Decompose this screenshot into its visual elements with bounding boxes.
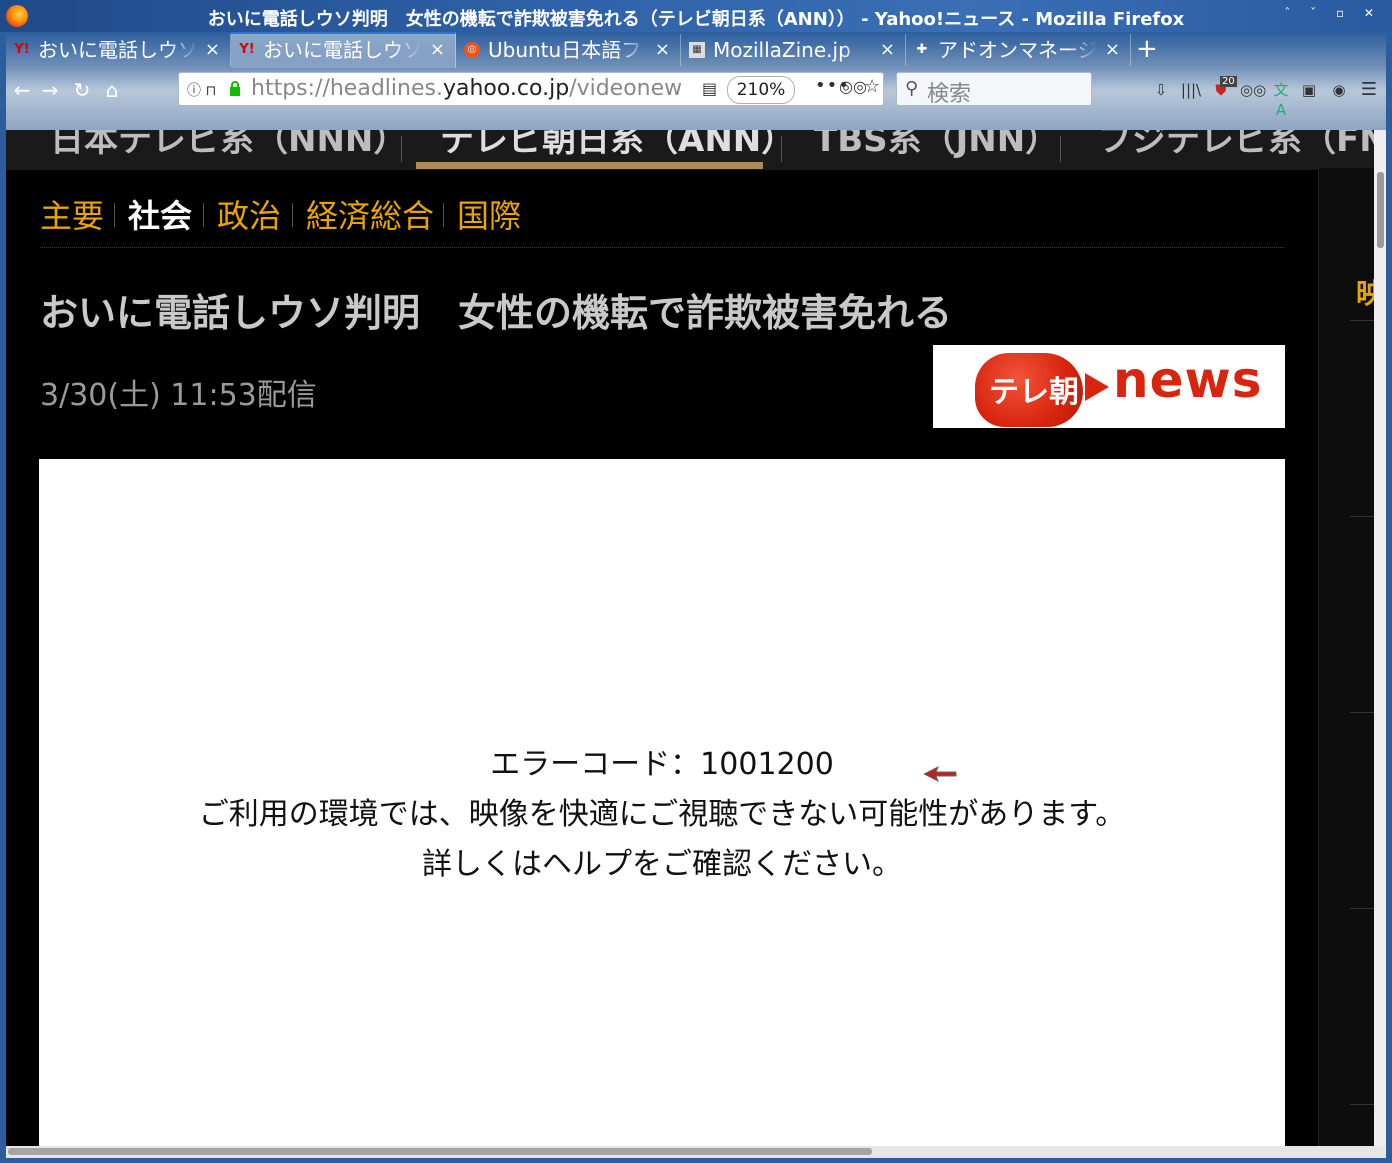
- tab-close-icon[interactable]: ×: [655, 34, 670, 66]
- category-rule: [40, 247, 1285, 248]
- tab-yahoo-1[interactable]: Y! おいに電話しウソ判明 ×: [6, 34, 231, 66]
- translate-icon[interactable]: 文A: [1270, 80, 1292, 119]
- url-text[interactable]: https://headlines.yahoo.co.jp/videonews/…: [251, 76, 681, 101]
- tab-yahoo-2[interactable]: Y! おいに電話しウソ判明 ×: [231, 32, 456, 68]
- forward-button[interactable]: →: [36, 76, 64, 104]
- firefox-logo-icon[interactable]: [6, 5, 28, 27]
- player-error-code: エラーコード：1001200: [490, 747, 834, 782]
- tab-label: アドオンマネージャー: [938, 38, 1098, 62]
- yahoo-favicon-icon: Y!: [239, 42, 255, 57]
- player-error-message: ご利用の環境では、映像を快適にご視聴できない可能性があります。: [198, 797, 1126, 832]
- ublock-count-badge: 20: [1220, 76, 1237, 87]
- active-tab-underline: [416, 162, 763, 169]
- site-info-icon[interactable]: ⓘ ⊓: [187, 80, 216, 100]
- search-bar[interactable]: ⚲ 検索: [896, 72, 1092, 107]
- tab-close-icon[interactable]: ×: [430, 34, 445, 66]
- url-prefix: https://headlines.: [251, 76, 443, 101]
- yahoo-favicon-icon: Y!: [14, 42, 30, 57]
- category-link-main[interactable]: 主要: [40, 196, 104, 236]
- window-controls[interactable]: ˆ ˇ ▫ ✕: [1284, 6, 1382, 20]
- search-icon: ⚲: [905, 78, 919, 99]
- logo-japanese-text: テレ朝: [989, 375, 1079, 410]
- tab-strip: Y! おいに電話しウソ判明 × Y! おいに電話しウソ判明 × ◎ Ubuntu…: [6, 32, 1386, 68]
- category-divider: [203, 203, 204, 227]
- ubuntu-icon: ◎: [464, 42, 480, 58]
- logo-play-arrow-icon: [1085, 373, 1109, 401]
- library-icon[interactable]: |||\: [1180, 80, 1202, 100]
- menu-hamburger-icon[interactable]: ☰: [1358, 80, 1380, 100]
- tab-label: Ubuntu日本語フォーラム: [488, 38, 648, 62]
- tab-mozillazine[interactable]: ▦ MozillaZine.jp ×: [681, 34, 906, 66]
- window-frame-right: [1386, 32, 1392, 1163]
- new-tab-button[interactable]: +: [1136, 34, 1158, 64]
- sidebar-divider: [1350, 712, 1374, 713]
- tab-label: MozillaZine.jp: [713, 38, 851, 62]
- sidebar-divider: [1350, 516, 1374, 517]
- tab-addons[interactable]: ✚ アドオンマネージャー ×: [906, 34, 1131, 66]
- zoom-indicator[interactable]: 210%: [727, 76, 795, 104]
- reader-view-icon[interactable]: ▤: [702, 79, 717, 98]
- article-headline: おいに電話しウソ判明 女性の機転で詐欺被害免れる: [40, 291, 953, 335]
- sidebar-divider: [1350, 908, 1374, 909]
- nav-divider: [401, 136, 402, 162]
- search-placeholder: 検索: [927, 82, 972, 107]
- screenshot-icon[interactable]: ▣: [1298, 80, 1320, 100]
- back-button[interactable]: ←: [8, 76, 36, 104]
- url-path: /videonews/ann?a=20190330-00000017-ann-s…: [569, 76, 681, 101]
- extension-mouse-icon[interactable]: ◉: [1328, 80, 1350, 100]
- download-icon[interactable]: ⇩: [1150, 80, 1172, 100]
- nav-divider: [781, 136, 782, 162]
- category-divider: [292, 203, 293, 227]
- category-divider: [443, 203, 444, 227]
- sidebar-divider: [1350, 1104, 1374, 1105]
- logo-news-text: news: [1113, 351, 1263, 409]
- category-link-world[interactable]: 国際: [457, 196, 521, 236]
- home-button[interactable]: ⌂: [98, 76, 126, 104]
- broadcaster-tab-fnn[interactable]: フジテレビ系（FNN）: [1098, 130, 1386, 164]
- vertical-scrollbar-thumb[interactable]: [1377, 172, 1384, 248]
- video-player[interactable]: エラーコード：1001200 ご利用の環境では、映像を快適にご視聴できない可能性…: [39, 459, 1285, 1146]
- url-domain: yahoo.co.jp: [442, 76, 570, 101]
- tab-label: おいに電話しウソ判明: [263, 38, 423, 62]
- bookmark-star-icon[interactable]: ☆: [864, 76, 880, 97]
- puzzle-icon: ✚: [916, 42, 928, 57]
- tab-close-icon[interactable]: ×: [880, 34, 895, 66]
- right-sidebar: [1318, 168, 1374, 1146]
- window-title: おいに電話しウソ判明 女性の機転で詐欺被害免れる（テレビ朝日系（ANN）） - …: [207, 9, 1185, 30]
- window-titlebar[interactable]: おいに電話しウソ判明 女性の機転で詐欺被害免れる（テレビ朝日系（ANN）） - …: [0, 0, 1392, 32]
- tab-close-icon[interactable]: ×: [205, 34, 220, 66]
- tab-close-icon[interactable]: ×: [1105, 34, 1120, 66]
- reload-button[interactable]: ↻: [68, 76, 96, 104]
- mouse-cursor-icon: [924, 766, 957, 782]
- extension-mask-icon[interactable]: ◎◎: [1240, 80, 1266, 100]
- category-link-society[interactable]: 社会: [128, 196, 192, 236]
- horizontal-scrollbar-thumb[interactable]: [8, 1148, 872, 1155]
- broadcaster-tab-ann[interactable]: テレビ朝日系（ANN）: [440, 130, 795, 164]
- category-divider: [114, 203, 115, 227]
- tab-label: おいに電話しウソ判明: [38, 38, 198, 62]
- sidebar-divider: [1350, 320, 1374, 321]
- lock-icon: [230, 81, 240, 96]
- broadcaster-tab-jnn[interactable]: TBS系（JNN）: [814, 130, 1059, 164]
- broadcaster-tab-nnn[interactable]: 日本テレビ系（NNN）: [50, 130, 407, 164]
- tv-asahi-news-logo[interactable]: テレ朝 news: [933, 345, 1285, 428]
- url-bar[interactable]: ⓘ ⊓ https://headlines.yahoo.co.jp/videon…: [178, 72, 884, 106]
- vertical-scrollbar[interactable]: [1374, 130, 1386, 1146]
- private-mask-icon[interactable]: ◎◎: [839, 77, 867, 96]
- nav-divider: [1060, 136, 1061, 162]
- category-link-politics[interactable]: 政治: [217, 196, 281, 236]
- player-help-message: 詳しくはヘルプをご確認ください。: [422, 847, 902, 882]
- category-link-economy[interactable]: 経済総合: [306, 196, 434, 236]
- window-frame-bottom: [0, 1158, 1392, 1163]
- mozillazine-icon: ▦: [689, 42, 705, 58]
- publish-date: 3/30(土) 11:53配信: [40, 378, 317, 413]
- tab-ubuntu[interactable]: ◎ Ubuntu日本語フォーラム ×: [456, 34, 681, 66]
